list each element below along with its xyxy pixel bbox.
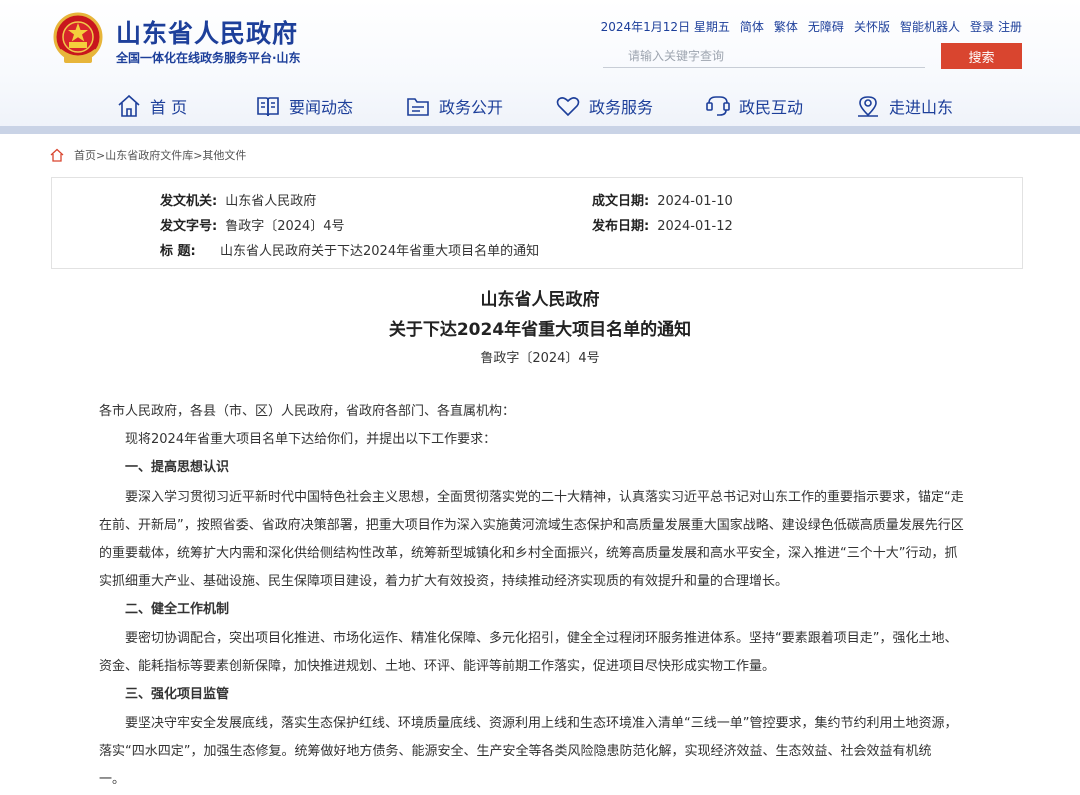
nav-label: 首 页 bbox=[150, 98, 188, 117]
published-label: 发布日期: bbox=[592, 219, 650, 234]
nav-item-interaction[interactable]: 政民互动 bbox=[705, 90, 803, 122]
info-issuer: 发文机关: 山东省人民政府 bbox=[160, 190, 316, 209]
document-title-line2: 关于下达2024年省重大项目名单的通知 bbox=[388, 320, 692, 340]
top-links: 2024年1月12日 星期五 简体 繁体 无障碍 关怀版 智能机器人 登录 注册 bbox=[601, 18, 1022, 35]
body-line: 各市人民政府，各县（市、区）人民政府，省政府各部门、各直属机构： bbox=[99, 404, 516, 419]
site-subtitle: 全国一体化在线政务服务平台·山东 bbox=[116, 51, 301, 65]
issuer-label: 发文机关: bbox=[160, 194, 218, 209]
body-line: 现将2024年省重大项目名单下达给你们，并提出以下工作要求： bbox=[99, 432, 497, 447]
traditional-link[interactable]: 繁体 bbox=[774, 18, 798, 35]
folder-icon bbox=[407, 98, 429, 116]
info-created: 成文日期: 2024-01-10 bbox=[592, 190, 733, 209]
location-icon bbox=[858, 96, 878, 117]
nav-item-public[interactable]: 政务公开 bbox=[405, 90, 503, 122]
nav-label: 要闻动态 bbox=[289, 98, 354, 117]
document-number: 鲁政字〔2024〕4号 bbox=[480, 351, 600, 366]
created-label: 成文日期: bbox=[592, 194, 650, 209]
accessible-link[interactable]: 无障碍 bbox=[808, 18, 844, 35]
published-value: 2024-01-12 bbox=[657, 219, 733, 234]
nav-item-home[interactable]: 首 页 bbox=[116, 90, 187, 122]
login-link[interactable]: 登录 bbox=[970, 18, 994, 35]
info-title: 标 题: 山东省人民政府关于下达2024年省重大项目名单的通知 bbox=[160, 240, 539, 259]
nav-item-news[interactable]: 要闻动态 bbox=[255, 90, 353, 122]
body-line: 要深入学习贯彻习近平新时代中国特色社会主义思想，全面贯彻落实党的二十大精神，认真… bbox=[99, 490, 964, 505]
site-title[interactable]: 山东省人民政府 bbox=[116, 14, 298, 50]
section-heading: 三、强化项目监管 bbox=[99, 687, 230, 702]
national-emblem-icon[interactable] bbox=[52, 12, 104, 66]
chat-icon bbox=[706, 96, 730, 116]
body-line: 落实“四水四定”，加强生态修复。统筹做好地方债务、能源安全、生产安全等各类风险隐… bbox=[99, 744, 932, 759]
title-label: 标 题: bbox=[160, 244, 196, 259]
nav-item-service[interactable]: 政务服务 bbox=[555, 90, 653, 122]
info-number: 发文字号: 鲁政字〔2024〕4号 bbox=[160, 215, 345, 234]
nav-label: 政民互动 bbox=[739, 98, 804, 117]
body-line: 要坚决守牢安全发展底线，落实生态保护红线、环境质量底线、资源利用上线和生态环境准… bbox=[99, 716, 958, 731]
section-heading: 二、健全工作机制 bbox=[99, 602, 230, 617]
current-date: 2024年1月12日 星期五 bbox=[600, 20, 730, 34]
title-value: 山东省人民政府关于下达2024年省重大项目名单的通知 bbox=[220, 244, 540, 259]
body-line: 的重要载体，统筹扩大内需和深化供给侧结构性改革，统筹新型城镇化和乡村全面振兴，统… bbox=[99, 546, 958, 561]
body-line: 资金、能耗指标等要素创新保障，加快推进规划、土地、环评、能评等前期工作落实，促进… bbox=[99, 659, 776, 674]
breadcrumb: 首页>山东省政府文件库>其他文件 bbox=[50, 147, 246, 163]
nav-label: 政务公开 bbox=[439, 98, 504, 117]
site-header: 山东省人民政府 全国一体化在线政务服务平台·山东 2024年1月12日 星期五 … bbox=[0, 0, 1080, 134]
search-input[interactable] bbox=[603, 44, 925, 68]
home-icon[interactable] bbox=[50, 148, 64, 162]
body-line: 一。 bbox=[99, 772, 126, 787]
nav-label: 走进山东 bbox=[889, 98, 954, 117]
main-nav: 首 页 要闻动态 政务公开 政务服务 政民互动 走进山东 bbox=[0, 86, 1080, 126]
body-line: 要密切协调配合，突出项目化推进、市场化运作、精准化保障、多元化招引，健全全过程闭… bbox=[99, 631, 958, 646]
body-line: 在前、开新局”，按照省委、省政府决策部署，把重大项目作为深入实施黄河流域生态保护… bbox=[99, 518, 964, 533]
document-title-line1: 山东省人民政府 bbox=[480, 290, 600, 310]
heart-icon bbox=[556, 97, 580, 117]
search-button[interactable]: 搜索 bbox=[941, 43, 1022, 69]
issuer-value: 山东省人民政府 bbox=[225, 194, 317, 209]
register-link[interactable]: 注册 bbox=[998, 18, 1022, 35]
number-label: 发文字号: bbox=[160, 219, 218, 234]
info-published: 发布日期: 2024-01-12 bbox=[592, 215, 733, 234]
nav-item-about-shandong[interactable]: 走进山东 bbox=[855, 90, 953, 122]
nav-label: 政务服务 bbox=[589, 98, 654, 117]
created-value: 2024-01-10 bbox=[657, 194, 733, 209]
section-heading: 一、提高思想认识 bbox=[99, 460, 230, 475]
home-icon bbox=[118, 94, 140, 117]
robot-link[interactable]: 智能机器人 bbox=[900, 18, 960, 35]
number-value: 鲁政字〔2024〕4号 bbox=[225, 219, 345, 234]
book-icon bbox=[257, 97, 279, 117]
header-divider bbox=[0, 126, 1080, 134]
breadcrumb-path[interactable]: 首页>山东省政府文件库>其他文件 bbox=[74, 147, 246, 163]
care-mode-link[interactable]: 关怀版 bbox=[854, 18, 890, 35]
document-info-box: 发文机关: 山东省人民政府 成文日期: 2024-01-10 发文字号: 鲁政字〔20… bbox=[51, 177, 1023, 269]
simplified-link[interactable]: 简体 bbox=[740, 18, 764, 35]
body-line: 实抓细重大产业、基础设施、民生保障项目建设，着力扩大有效投资，持续推动经济实现质… bbox=[99, 574, 789, 589]
